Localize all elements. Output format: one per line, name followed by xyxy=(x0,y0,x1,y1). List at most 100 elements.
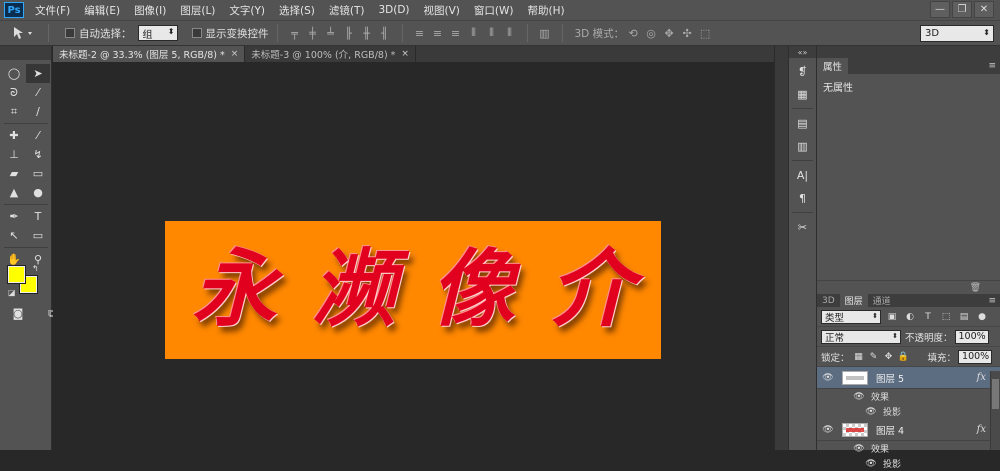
default-colors-icon[interactable]: ◪ xyxy=(8,288,16,297)
paragraph-panel-icon[interactable]: ¶ xyxy=(792,188,814,208)
tab-layers[interactable]: 图层 xyxy=(839,294,868,307)
3d-slide-icon[interactable]: ✣ xyxy=(680,26,694,40)
tools-panel-header[interactable] xyxy=(0,46,51,60)
healing-brush-tool-icon[interactable]: ✚ xyxy=(2,126,26,145)
3d-pan-icon[interactable]: ✥ xyxy=(662,26,676,40)
brush-tool-icon[interactable]: ⁄ xyxy=(26,126,50,145)
menu-filter[interactable]: 滤镜(T) xyxy=(322,3,372,18)
menu-file[interactable]: 文件(F) xyxy=(28,3,77,18)
distribute-top-icon[interactable]: ≡ xyxy=(413,26,427,40)
history-panel-icon[interactable]: ❡ xyxy=(792,61,814,81)
path-select-tool-icon[interactable]: ↖ xyxy=(2,226,26,245)
effect-row[interactable]: 👁 投影 xyxy=(817,456,1000,471)
lock-all-icon[interactable]: 🔒 xyxy=(898,351,910,363)
fill-field[interactable]: 100% xyxy=(958,349,993,364)
panel-menu-icon[interactable]: ≡ xyxy=(988,296,996,306)
expand-panels-icon[interactable]: «» xyxy=(789,46,816,58)
tool-presets-panel-icon[interactable]: ✂ xyxy=(792,217,814,237)
distribute-hcenter-icon[interactable]: ⦀ xyxy=(485,26,499,40)
move-tool-icon[interactable]: ➤ xyxy=(26,64,50,83)
fx-icon[interactable]: fx xyxy=(977,424,986,435)
close-tab-icon[interactable]: × xyxy=(231,49,239,59)
swatches-panel-icon[interactable]: ▦ xyxy=(792,84,814,104)
effects-row[interactable]: 👁 效果 xyxy=(817,389,1000,404)
filter-toggle-icon[interactable]: ● xyxy=(975,310,989,324)
3d-rotate-icon[interactable]: ⟲ xyxy=(626,26,640,40)
foreground-color-swatch[interactable] xyxy=(7,265,26,284)
effects-row[interactable]: 👁 效果 xyxy=(817,441,1000,456)
crop-tool-icon[interactable]: ⌗ xyxy=(2,102,26,121)
tab-document-2[interactable]: 未标题-2 @ 33.3% (图层 5, RGB/8) * × xyxy=(53,46,246,62)
filter-type-icon[interactable]: T xyxy=(921,310,935,324)
distribute-vcenter-icon[interactable]: ≡ xyxy=(431,26,445,40)
distribute-left-icon[interactable]: ⦀ xyxy=(467,26,481,40)
menu-image[interactable]: 图像(I) xyxy=(127,3,173,18)
align-left-icon[interactable]: ╟ xyxy=(342,26,356,40)
marquee-tool-icon[interactable]: ◯ xyxy=(2,64,26,83)
lock-position-icon[interactable]: ✥ xyxy=(883,351,895,363)
menu-edit[interactable]: 编辑(E) xyxy=(77,3,127,18)
rectangle-tool-icon[interactable]: ▭ xyxy=(26,226,50,245)
quick-select-tool-icon[interactable]: ⁄ xyxy=(26,83,50,102)
workspace-dropdown[interactable]: 3D ⬍ xyxy=(920,25,994,42)
distribute-bottom-icon[interactable]: ≡ xyxy=(449,26,463,40)
effect-row[interactable]: 👁 投影 xyxy=(817,404,1000,419)
blend-mode-dropdown[interactable]: 正常 ⬍ xyxy=(821,329,901,344)
move-tool-preset-icon[interactable] xyxy=(6,23,40,43)
swap-colors-icon[interactable]: ↰ xyxy=(32,264,39,273)
close-window-button[interactable]: ✕ xyxy=(974,1,994,18)
visibility-eye-icon[interactable]: 👁 xyxy=(863,459,879,469)
filter-pixel-icon[interactable]: ▣ xyxy=(885,310,899,324)
menu-view[interactable]: 视图(V) xyxy=(417,3,467,18)
filter-smart-object-icon[interactable]: ▤ xyxy=(957,310,971,324)
menu-select[interactable]: 选择(S) xyxy=(272,3,322,18)
align-right-icon[interactable]: ╢ xyxy=(378,26,392,40)
document-canvas[interactable]: 永 濒 像 介 xyxy=(165,221,661,359)
tab-properties[interactable]: 属性 xyxy=(817,58,849,74)
menu-window[interactable]: 窗口(W) xyxy=(467,3,521,18)
fx-icon[interactable]: fx xyxy=(977,372,986,383)
auto-select-dropdown[interactable]: 组 ⬍ xyxy=(137,25,178,41)
3d-roll-icon[interactable]: ◎ xyxy=(644,26,658,40)
gradient-tool-icon[interactable]: ▭ xyxy=(26,164,50,183)
panel-menu-icon[interactable]: ≡ xyxy=(988,61,996,71)
tab-3d[interactable]: 3D xyxy=(817,294,840,307)
lock-transparency-icon[interactable]: ▦ xyxy=(853,351,865,363)
character-panel-icon[interactable]: A| xyxy=(792,165,814,185)
type-tool-icon[interactable]: T xyxy=(26,207,50,226)
restore-button[interactable]: ❐ xyxy=(952,1,972,18)
actions-panel-icon[interactable]: ▤ xyxy=(792,113,814,133)
clone-stamp-tool-icon[interactable]: ⊥ xyxy=(2,145,26,164)
tab-document-3[interactable]: 未标题-3 @ 100% (介, RGB/8) * × xyxy=(245,46,416,62)
menu-3d[interactable]: 3D(D) xyxy=(371,4,416,16)
eyedropper-tool-icon[interactable]: ∕ xyxy=(26,102,50,121)
menu-layer[interactable]: 图层(L) xyxy=(173,3,222,18)
menu-type[interactable]: 文字(Y) xyxy=(222,3,272,18)
filter-adjustment-icon[interactable]: ◐ xyxy=(903,310,917,324)
layer-filter-dropdown[interactable]: 类型 ⬍ xyxy=(821,309,881,324)
pen-tool-icon[interactable]: ✒ xyxy=(2,207,26,226)
align-top-icon[interactable]: ╤ xyxy=(288,26,302,40)
quick-mask-icon[interactable]: ◙ xyxy=(6,304,30,323)
panel-header[interactable] xyxy=(817,46,1000,58)
visibility-eye-icon[interactable]: 👁 xyxy=(820,373,836,383)
filter-shape-icon[interactable]: ⬚ xyxy=(939,310,953,324)
layer-row[interactable]: 👁 图层 4 fx xyxy=(817,419,1000,441)
align-vcenter-icon[interactable]: ╪ xyxy=(306,26,320,40)
opacity-field[interactable]: 100% xyxy=(954,329,989,344)
3d-scale-icon[interactable]: ⬚ xyxy=(698,26,712,40)
auto-align-icon[interactable]: ▥ xyxy=(538,26,552,40)
visibility-eye-icon[interactable]: 👁 xyxy=(820,425,836,435)
lasso-tool-icon[interactable]: ᘐ xyxy=(2,83,26,102)
menu-help[interactable]: 帮助(H) xyxy=(521,3,572,18)
show-transform-checkbox[interactable] xyxy=(191,28,202,38)
visibility-eye-icon[interactable]: 👁 xyxy=(851,444,867,454)
panel-collapse-strip[interactable] xyxy=(774,46,788,450)
lock-pixels-icon[interactable]: ✎ xyxy=(868,351,880,363)
layer-row[interactable]: 👁 图层 5 fx xyxy=(817,367,1000,389)
layers-scrollbar[interactable] xyxy=(990,371,1000,450)
eraser-tool-icon[interactable]: ▰ xyxy=(2,164,26,183)
canvas-area[interactable]: 永 濒 像 介 xyxy=(53,62,774,450)
minimize-button[interactable]: — xyxy=(930,1,950,18)
tab-channels[interactable]: 通道 xyxy=(868,294,896,307)
